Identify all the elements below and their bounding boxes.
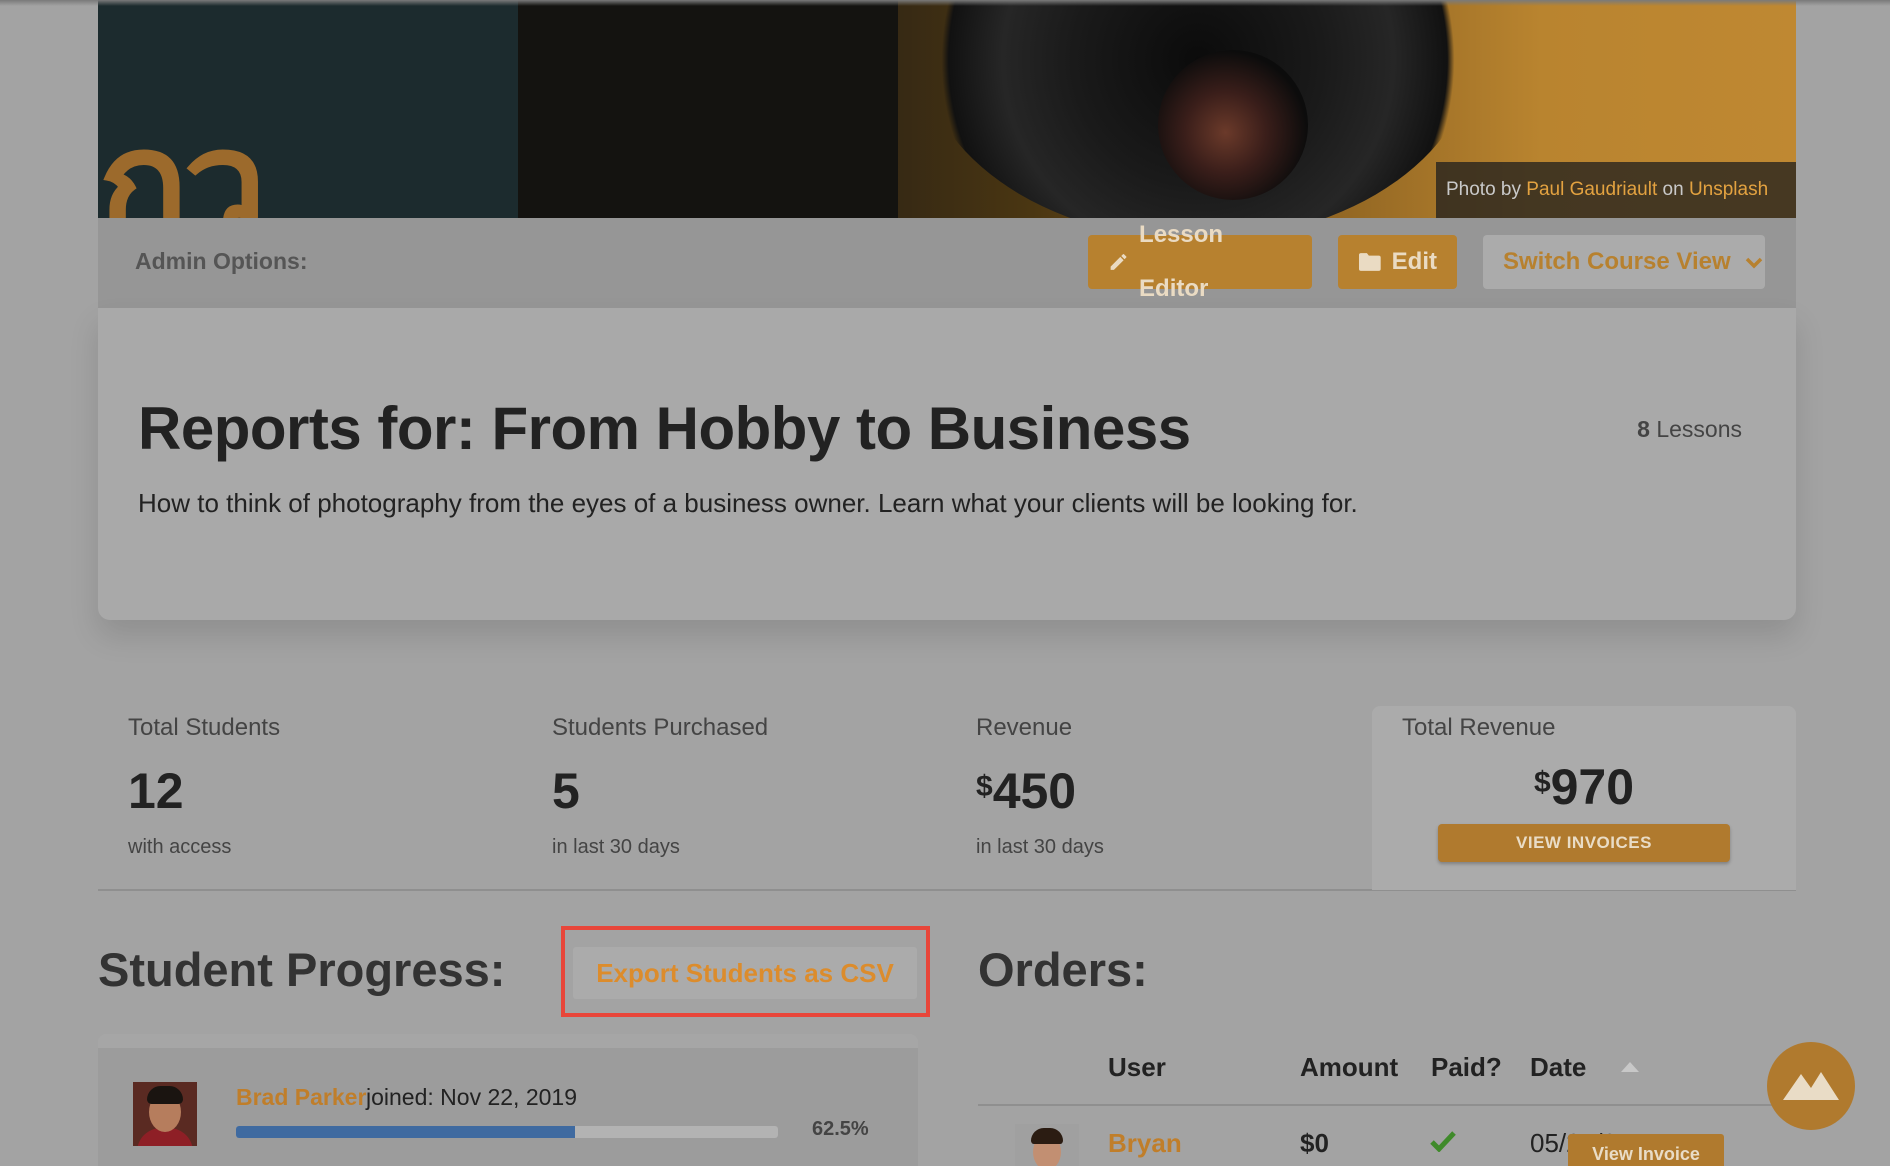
total-revenue-label: Total Revenue bbox=[1402, 714, 1556, 741]
folder-icon bbox=[1358, 253, 1381, 271]
chevron-down-icon bbox=[1746, 257, 1763, 269]
help-widget-button[interactable] bbox=[1767, 1042, 1855, 1130]
column-header-paid[interactable]: Paid? bbox=[1431, 1052, 1502, 1083]
camera-body-graphic bbox=[518, 0, 898, 218]
stat-label: Total Students bbox=[128, 714, 281, 741]
orders-title: Orders: bbox=[978, 943, 1148, 996]
total-revenue-box: Total Revenue $970 VIEW INVOICES bbox=[1372, 706, 1796, 890]
stat-value: $450 bbox=[976, 762, 1076, 820]
stat-sub: in last 30 days bbox=[976, 836, 1104, 858]
progress-bar-fill bbox=[236, 1126, 575, 1138]
stat-value: 5 bbox=[552, 763, 580, 819]
lesson-editor-button[interactable]: Lesson Editor bbox=[1088, 221, 1312, 302]
lesson-editor-label: Lesson Editor bbox=[1139, 221, 1224, 302]
table-header-divider bbox=[978, 1104, 1796, 1106]
avatar[interactable] bbox=[1015, 1124, 1079, 1166]
lesson-count: 8 Lessons bbox=[1637, 416, 1742, 443]
view-invoices-button[interactable]: VIEW INVOICES bbox=[1438, 824, 1730, 862]
revenue-amount: 450 bbox=[992, 763, 1077, 819]
lesson-count-number: 8 bbox=[1637, 416, 1650, 442]
switch-course-view-label: Switch Course View bbox=[1503, 248, 1731, 275]
student-progress-card: Brad Parker joined: Nov 22, 2019 62.5% bbox=[98, 1034, 918, 1166]
credit-author-link[interactable]: Paul Gaudriault bbox=[1526, 179, 1657, 200]
hero-image: กว Photo by Paul Gaudriault on Unsplash bbox=[98, 0, 1796, 218]
switch-course-view-dropdown[interactable]: Switch Course View bbox=[1483, 235, 1765, 289]
order-amount: $0 bbox=[1300, 1128, 1329, 1158]
course-header-card: Reports for: From Hobby to Business How … bbox=[98, 308, 1796, 620]
sort-ascending-icon[interactable] bbox=[1621, 1062, 1639, 1072]
currency-symbol: $ bbox=[976, 770, 993, 803]
top-edge-shadow bbox=[0, 0, 1890, 6]
pencil-icon bbox=[1110, 254, 1127, 270]
course-description: How to think of photography from the eye… bbox=[138, 488, 1358, 518]
avatar-hair bbox=[1031, 1128, 1063, 1144]
credit-prefix: Photo by bbox=[1446, 179, 1521, 200]
strap-lettering-graphic: กว bbox=[98, 98, 267, 218]
stat-label: Revenue bbox=[976, 714, 1073, 741]
view-invoice-button[interactable]: View Invoice bbox=[1568, 1134, 1724, 1166]
order-user-link[interactable]: Bryan bbox=[1108, 1128, 1182, 1159]
column-header-amount[interactable]: Amount bbox=[1300, 1052, 1398, 1083]
student-joined-date: joined: Nov 22, 2019 bbox=[366, 1084, 577, 1110]
currency-symbol: $ bbox=[1533, 766, 1551, 799]
stat-value: 12 bbox=[128, 763, 184, 819]
course-report-page: กว Photo by Paul Gaudriault on Unsplash … bbox=[98, 0, 1796, 1166]
admin-options-label: Admin Options: bbox=[135, 248, 308, 274]
avatar-hair bbox=[147, 1086, 183, 1104]
student-progress-title: Student Progress: bbox=[98, 943, 506, 996]
export-students-csv-button[interactable]: Export Students as CSV bbox=[573, 947, 917, 999]
progress-percent: 62.5% bbox=[812, 1118, 869, 1140]
stats-row: Total Students 12 with access Students P… bbox=[98, 706, 1796, 891]
lesson-count-label: Lessons bbox=[1656, 416, 1742, 442]
mountains-icon bbox=[1783, 1072, 1839, 1100]
avatar[interactable] bbox=[133, 1082, 197, 1146]
edit-label: Edit bbox=[1391, 248, 1437, 275]
edit-button[interactable]: Edit bbox=[1338, 235, 1457, 289]
column-header-user[interactable]: User bbox=[1108, 1052, 1166, 1083]
total-revenue-value: $970 bbox=[1372, 758, 1796, 816]
stat-label: Students Purchased bbox=[552, 714, 769, 741]
progress-bar bbox=[236, 1126, 778, 1138]
photo-credit: Photo by Paul Gaudriault on Unsplash bbox=[1436, 162, 1796, 218]
column-header-date[interactable]: Date bbox=[1530, 1052, 1586, 1083]
credit-on: on bbox=[1662, 179, 1684, 200]
credit-site-link[interactable]: Unsplash bbox=[1689, 179, 1768, 200]
stat-sub: in last 30 days bbox=[552, 836, 680, 858]
total-revenue-amount: 970 bbox=[1550, 759, 1635, 815]
stat-sub: with access bbox=[128, 836, 232, 858]
check-icon bbox=[1430, 1131, 1456, 1152]
admin-options-bar: Admin Options: Lesson Editor Edit Switch… bbox=[98, 218, 1796, 308]
page-title: Reports for: From Hobby to Business bbox=[138, 395, 1191, 462]
lens-glass-graphic bbox=[1158, 50, 1308, 200]
student-name-link[interactable]: Brad Parker bbox=[236, 1084, 366, 1111]
